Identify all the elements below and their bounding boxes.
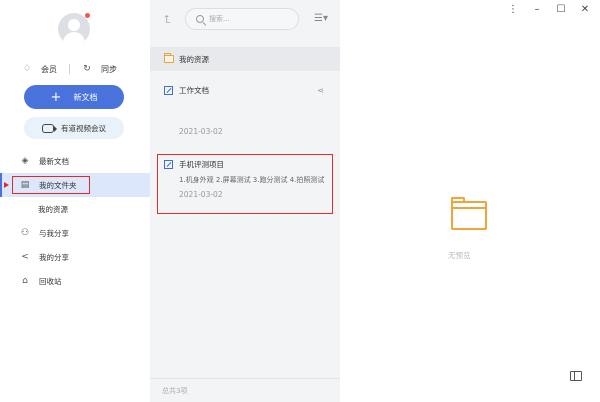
sync-link[interactable]: 同步 — [101, 64, 117, 75]
sidebar-item-label: 我的资源 — [38, 204, 68, 214]
close-icon[interactable]: ✕ — [580, 4, 590, 15]
users-icon: ⚇ — [20, 228, 30, 238]
sidebar: ♢ 会员 ↻ 同步 + 新文档 有道视频会议 ◈ 最新文档 ▤ 我的文件夹 我的… — [0, 0, 150, 402]
toggle-panel-icon[interactable] — [570, 371, 582, 381]
sidebar-nav: ◈ 最新文档 ▤ 我的文件夹 我的资源 ⚇ 与我分享 < 我的分享 ⌂ 回收站 — [0, 149, 150, 293]
annotation-arrow — [4, 182, 9, 188]
folder-bar — [453, 207, 485, 209]
preview-pane: ⋮ – ☐ ✕ 无预览 — [340, 0, 600, 402]
search-input[interactable]: 搜索... — [185, 8, 299, 30]
vip-link[interactable]: 会员 — [41, 64, 57, 75]
document-icon — [164, 85, 173, 95]
divider — [69, 64, 70, 74]
back-icon[interactable]: ⮤ — [164, 13, 176, 26]
maximize-icon[interactable]: ☐ — [556, 4, 566, 15]
folder-icon — [164, 53, 174, 63]
sidebar-item-recent[interactable]: ◈ 最新文档 — [0, 149, 150, 173]
avatar[interactable] — [58, 13, 90, 45]
list-item-title-row: 工作文档 — [150, 83, 340, 97]
sidebar-item-label: 与我分享 — [39, 228, 69, 238]
list-item-date: 2021-03-02 — [179, 127, 223, 136]
video-meeting-button[interactable]: 有道视频会议 — [24, 117, 124, 139]
sidebar-item-label: 回收站 — [39, 276, 62, 286]
item-count: 总共3项 — [150, 378, 340, 402]
sidebar-item-my-folders[interactable]: ▤ 我的文件夹 — [0, 173, 150, 197]
new-document-button[interactable]: + 新文档 — [24, 85, 124, 109]
sidebar-item-label: 我的分享 — [39, 252, 69, 262]
avatar-head — [68, 19, 80, 31]
plus-icon: + — [50, 89, 62, 105]
no-preview-text: 无预览 — [448, 251, 471, 260]
sidebar-item-shared-with-me[interactable]: ⚇ 与我分享 — [0, 221, 150, 245]
new-document-label: 新文档 — [73, 92, 98, 102]
share-icon[interactable]: ⋖ — [317, 86, 324, 95]
folder-row-my-resources[interactable]: 我的资源 — [150, 47, 340, 71]
notification-dot — [85, 13, 90, 18]
annotation-highlight-box — [157, 154, 333, 214]
sidebar-item-my-resources[interactable]: 我的资源 — [0, 197, 150, 221]
share-icon: < — [21, 252, 29, 262]
layers-icon: ◈ — [21, 156, 29, 166]
trash-icon: ⌂ — [22, 276, 28, 286]
avatar-body — [63, 32, 85, 45]
window-controls: ⋮ – ☐ ✕ — [508, 4, 590, 15]
list-item-title: 工作文档 — [179, 85, 209, 95]
sidebar-item-trash[interactable]: ⌂ 回收站 — [0, 269, 150, 293]
more-options-icon[interactable]: ⋮ — [508, 4, 518, 15]
sort-menu-icon[interactable]: ☰▾ — [314, 13, 328, 24]
video-meeting-label: 有道视频会议 — [61, 123, 106, 133]
account-row: ♢ 会员 ↻ 同步 — [22, 62, 128, 76]
search-icon — [196, 15, 204, 23]
folder-body — [451, 201, 487, 230]
diamond-icon[interactable]: ♢ — [22, 64, 32, 74]
empty-folder-icon — [451, 197, 487, 231]
search-placeholder: 搜索... — [209, 15, 230, 23]
annotation-highlight-box — [12, 176, 90, 194]
sync-icon[interactable]: ↻ — [82, 64, 92, 74]
folder-row-label: 我的资源 — [179, 54, 209, 64]
list-item[interactable]: 工作文档 ⋖ 2021-03-02 — [150, 83, 340, 136]
sidebar-item-label: 最新文档 — [39, 156, 69, 166]
list-toolbar: ⮤ 搜索... ☰▾ — [150, 0, 340, 40]
sidebar-item-my-shares[interactable]: < 我的分享 — [0, 245, 150, 269]
minimize-icon[interactable]: – — [532, 4, 542, 15]
camera-icon — [42, 123, 57, 133]
